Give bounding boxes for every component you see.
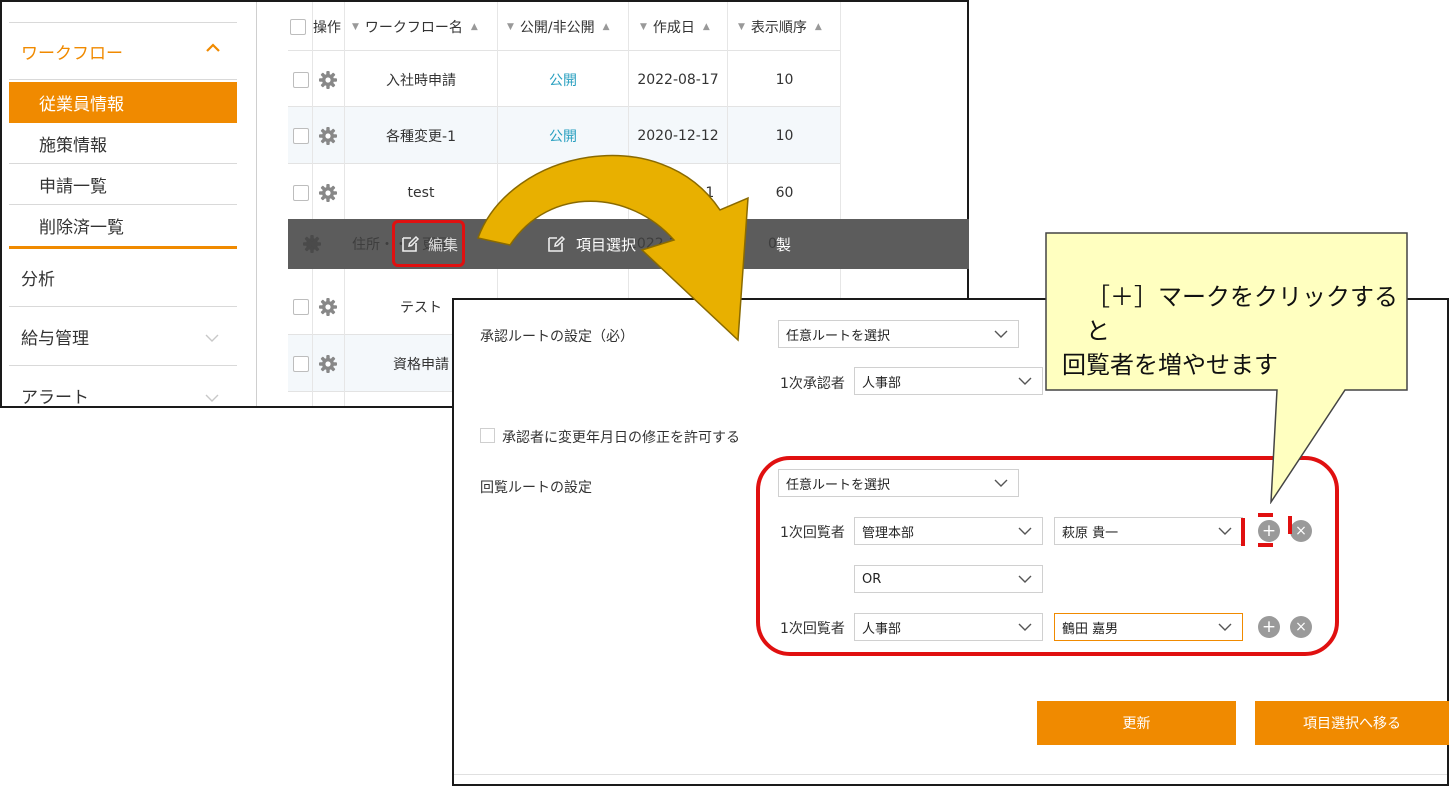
- panel-bottom-line: [454, 774, 1447, 775]
- header-checkbox-cell: [290, 2, 312, 52]
- plus-highlight-marker: [1241, 513, 1292, 547]
- chevron-up-icon: [206, 43, 220, 52]
- sidebar-section-label: アラート: [21, 387, 89, 408]
- row-gear-cell: [312, 51, 344, 108]
- row-checkbox[interactable]: [293, 127, 309, 144]
- chevron-down-icon: [205, 394, 219, 402]
- callout-line-2: 回覧者を増やせます: [1062, 351, 1278, 379]
- sort-up-icon: ▲: [702, 22, 710, 32]
- row-gear-cell: [312, 164, 344, 221]
- row-checkbox-cell: [290, 278, 312, 335]
- row-checkbox-cell: [290, 335, 312, 392]
- sort-down-icon: ▼: [352, 22, 359, 32]
- allow-edit-label: 承認者に変更年月日の修正を許可する: [502, 430, 740, 446]
- sidebar-section-label: ワークフロー: [21, 44, 123, 64]
- sidebar-section-workflow[interactable]: ワークフロー: [9, 24, 237, 80]
- header-op-label: 操作: [313, 20, 341, 36]
- sidebar-section-label: 分析: [21, 270, 55, 290]
- column-divider: [344, 2, 345, 406]
- callout-text: ［＋］マークをクリックすると 回覧者を増やせます: [1062, 280, 1402, 382]
- gear-icon[interactable]: [318, 183, 338, 203]
- sort-up-icon: ▲: [602, 22, 610, 32]
- header-pub[interactable]: ▼ 公開/非公開 ▲: [507, 2, 610, 52]
- gear-icon: [302, 219, 322, 269]
- row-pub: 公開: [549, 72, 577, 89]
- row-gear-cell: [312, 278, 344, 335]
- row-date: 2022-08-17: [637, 71, 719, 88]
- sidebar-divider: [9, 22, 237, 23]
- row-checkbox-cell: [290, 51, 312, 108]
- sidebar-item-employee-info[interactable]: 従業員情報: [9, 82, 237, 123]
- approver-label: 1次承認者: [780, 376, 845, 392]
- table-row[interactable]: 入社時申請 公開 2022-08-17 10: [288, 50, 841, 107]
- sidebar-item-label: 申請一覧: [39, 176, 107, 197]
- header-date[interactable]: ▼ 作成日 ▲: [640, 2, 710, 52]
- gear-icon[interactable]: [318, 70, 338, 90]
- row-gear-cell: [312, 335, 344, 392]
- sidebar-section-analysis[interactable]: 分析: [9, 249, 237, 307]
- header-name-label: ワークフロー名: [364, 20, 463, 36]
- row-name[interactable]: 入社時申請: [345, 51, 497, 108]
- sidebar-item-measures[interactable]: 施策情報: [9, 123, 237, 164]
- header-date-label: 作成日: [652, 20, 695, 36]
- header-order-label: 表示順序: [750, 20, 807, 36]
- chevron-down-icon: [994, 330, 1008, 338]
- row-checkbox[interactable]: [293, 298, 309, 315]
- sidebar-section-alert[interactable]: アラート: [9, 366, 237, 408]
- sidebar-item-requests[interactable]: 申請一覧: [9, 164, 237, 205]
- sidebar-item-deleted[interactable]: 削除済一覧: [9, 205, 237, 246]
- row-checkbox[interactable]: [293, 355, 309, 372]
- row-order: 10: [775, 71, 794, 88]
- approval-route-value: 任意ルートを選択: [786, 328, 891, 344]
- callout-line-1: ［＋］マークをクリックすると: [1086, 283, 1398, 345]
- approval-route-select[interactable]: 任意ルートを選択: [778, 320, 1019, 348]
- sort-down-icon: ▼: [640, 22, 647, 32]
- gear-icon[interactable]: [318, 297, 338, 317]
- sort-up-icon: ▲: [814, 22, 822, 32]
- sort-up-icon: ▲: [470, 22, 478, 32]
- sidebar-section-label: 給与管理: [21, 328, 89, 349]
- curved-arrow: [477, 154, 749, 342]
- gear-icon[interactable]: [318, 354, 338, 374]
- chevron-down-icon: [1018, 377, 1032, 385]
- column-divider: [312, 2, 313, 406]
- sidebar-section-payroll[interactable]: 給与管理: [9, 307, 237, 366]
- sidebar-item-label: 施策情報: [39, 135, 107, 156]
- header-name[interactable]: ▼ ワークフロー名 ▲: [352, 2, 478, 52]
- sidebar: ワークフロー 従業員情報 施策情報 申請一覧 削除済一覧 分析 給与管理 アラー…: [9, 2, 237, 408]
- row-checkbox-cell: [290, 107, 312, 164]
- approver-dept-select[interactable]: 人事部: [854, 367, 1043, 395]
- row-gear-cell: [312, 107, 344, 164]
- sidebar-item-label: 削除済一覧: [39, 218, 124, 238]
- allow-edit-checkbox[interactable]: [480, 428, 495, 443]
- next-select-items-button[interactable]: 項目選択へ移る: [1255, 701, 1449, 745]
- header-pub-label: 公開/非公開: [519, 20, 595, 36]
- circulation-route-label: 回覧ルートの設定: [480, 480, 592, 496]
- approver-dept-value: 人事部: [862, 375, 902, 391]
- sort-down-icon: ▼: [507, 22, 514, 32]
- row-checkbox[interactable]: [293, 71, 309, 88]
- select-all-checkbox[interactable]: [290, 19, 306, 35]
- update-button[interactable]: 更新: [1037, 701, 1236, 745]
- sidebar-border: [256, 2, 257, 406]
- sidebar-item-label: 従業員情報: [39, 95, 124, 115]
- header-op: 操作: [313, 2, 341, 52]
- row-checkbox-cell: [290, 164, 312, 221]
- header-order[interactable]: ▼ 表示順序 ▲: [738, 2, 822, 52]
- edit-highlight-box: [392, 220, 465, 267]
- gear-icon[interactable]: [318, 126, 338, 146]
- chevron-down-icon: [205, 334, 219, 342]
- row-checkbox[interactable]: [293, 184, 309, 201]
- sort-down-icon: ▼: [738, 22, 745, 32]
